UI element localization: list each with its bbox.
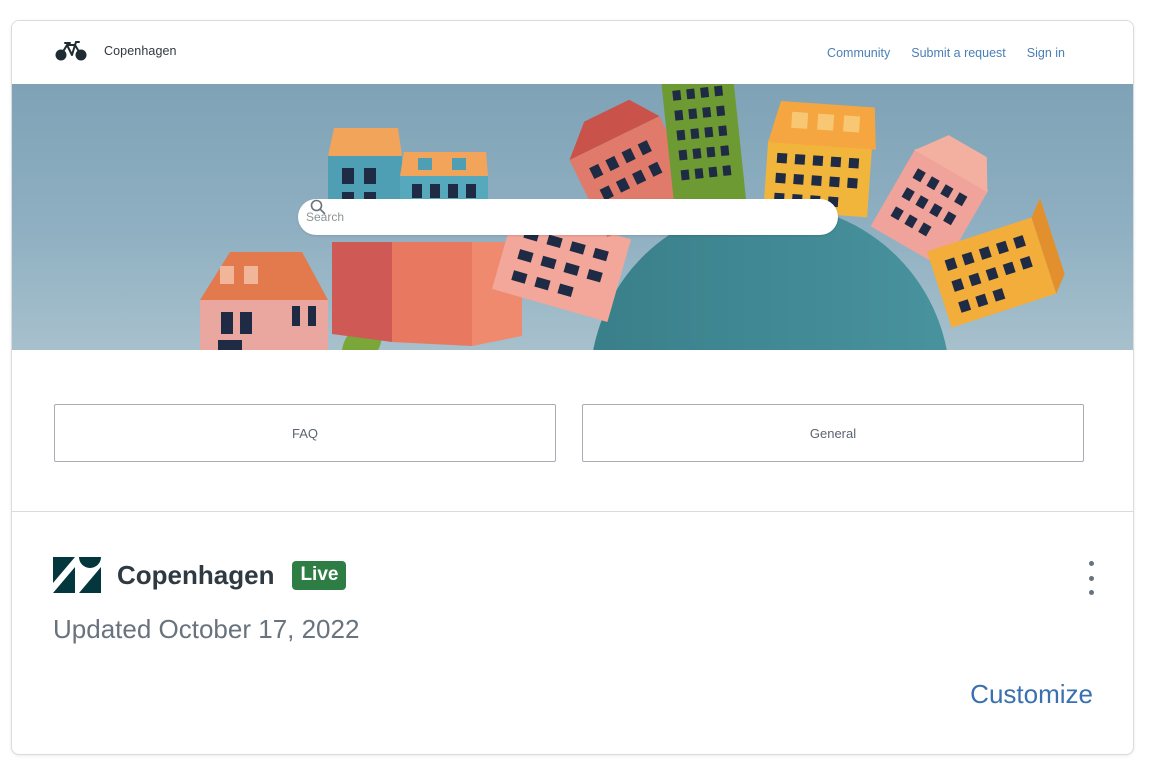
search-icon [310, 199, 326, 215]
brand[interactable]: Copenhagen [54, 39, 177, 63]
zendesk-logo-icon [53, 557, 101, 593]
bicycle-icon [55, 41, 87, 61]
nav-link-submit-request[interactable]: Submit a request [911, 46, 1006, 60]
theme-name: Copenhagen [117, 559, 275, 590]
live-status-badge: Live [292, 560, 347, 590]
brand-name: Copenhagen [104, 44, 177, 58]
block-general[interactable]: General [582, 404, 1084, 462]
search-bar[interactable] [298, 199, 838, 235]
card-divider [12, 511, 1133, 512]
header-nav: Community Submit a request Sign in [827, 46, 1065, 60]
nav-link-community[interactable]: Community [827, 46, 890, 60]
block-faq[interactable]: FAQ [54, 404, 556, 462]
preview-header: Copenhagen Community Submit a request Si… [12, 21, 1133, 85]
nav-link-sign-in[interactable]: Sign in [1027, 46, 1065, 60]
customize-link[interactable]: Customize [970, 679, 1093, 710]
updated-date: Updated October 17, 2022 [53, 614, 360, 644]
theme-title-row: Copenhagen Live [53, 557, 347, 593]
hero-banner [12, 84, 1133, 350]
search-input[interactable] [304, 201, 788, 233]
more-vertical-icon[interactable] [1082, 561, 1100, 595]
theme-card: Copenhagen Community Submit a request Si… [11, 20, 1134, 755]
